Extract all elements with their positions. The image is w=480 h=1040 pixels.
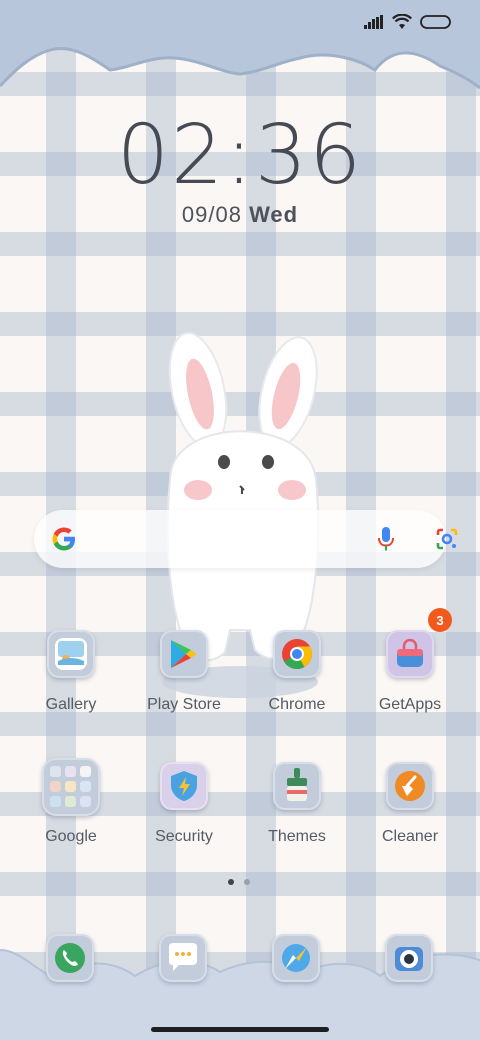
battery-icon — [420, 15, 451, 29]
wifi-icon — [392, 14, 412, 29]
signal-icon — [364, 15, 383, 29]
app-gallery[interactable]: Gallery — [15, 630, 127, 714]
app-security[interactable]: Security — [128, 762, 240, 846]
themes-icon — [273, 762, 321, 810]
app-chrome[interactable]: Chrome — [241, 630, 353, 714]
play-store-icon — [160, 630, 208, 678]
camera-icon — [395, 947, 423, 971]
app-cleaner[interactable]: Cleaner — [354, 762, 466, 846]
browser-icon — [282, 944, 310, 972]
app-label: Security — [155, 828, 213, 845]
notification-badge: 3 — [428, 608, 452, 632]
home-indicator-bar[interactable] — [151, 1027, 329, 1032]
app-label: GetApps — [378, 696, 442, 713]
phone-icon — [55, 943, 85, 973]
security-icon — [160, 762, 208, 810]
chrome-icon — [273, 630, 321, 678]
date-value: 09/08 — [181, 202, 242, 227]
dock-browser[interactable] — [272, 934, 320, 982]
dock-phone[interactable] — [46, 934, 94, 982]
app-getapps[interactable]: GetApps — [354, 630, 466, 714]
app-label: Google — [45, 828, 97, 845]
page-dot[interactable] — [244, 879, 250, 885]
weekday-value: Wed — [249, 202, 299, 227]
mic-icon[interactable] — [376, 525, 396, 553]
app-play-store[interactable]: Play Store — [128, 630, 240, 714]
page-indicator[interactable] — [228, 879, 250, 885]
app-label: Chrome — [268, 696, 326, 713]
dock-messages[interactable] — [159, 934, 207, 982]
messages-icon — [169, 943, 197, 971]
google-search-bar[interactable] — [34, 510, 458, 568]
lens-icon[interactable] — [434, 526, 460, 552]
app-label: Cleaner — [381, 828, 439, 845]
app-label: Play Store — [147, 696, 221, 713]
clock-time[interactable]: 02:36 — [0, 108, 480, 203]
app-themes[interactable]: Themes — [241, 762, 353, 846]
folder-icon — [42, 758, 100, 816]
cleaner-icon — [386, 762, 434, 810]
getapps-icon — [386, 630, 434, 678]
dock-camera[interactable] — [385, 934, 433, 982]
status-bar — [364, 10, 452, 34]
date-label[interactable]: 09/08 Wed — [0, 202, 480, 228]
page-dot-active[interactable] — [228, 879, 234, 885]
app-label: Themes — [268, 828, 326, 845]
app-label: Gallery — [45, 696, 97, 713]
gallery-icon — [47, 630, 95, 678]
google-g-icon — [52, 527, 75, 551]
app-folder-google[interactable]: Google — [15, 758, 127, 846]
